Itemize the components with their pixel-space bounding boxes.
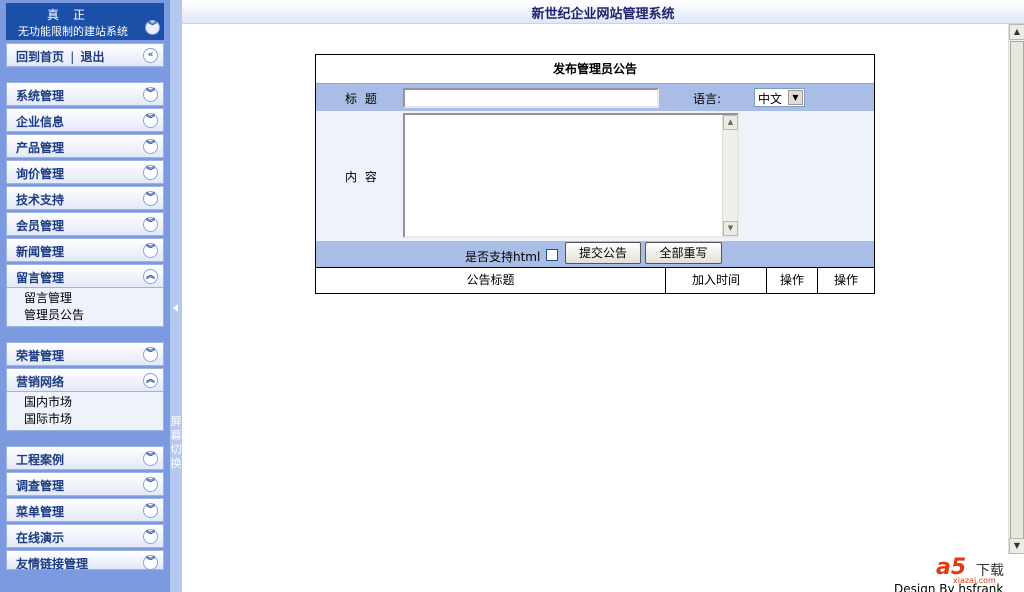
html-support-checkbox[interactable] [546,249,558,261]
double-chevron-down-icon[interactable]: ︾ [143,529,158,544]
title-row: 标 题 语言: 中文 ▼ [316,84,874,111]
logout-link[interactable]: 退出 [80,50,104,64]
sidebar-section-honors[interactable]: 荣誉管理 ︾ [6,342,164,366]
double-chevron-left-icon[interactable]: « [143,48,158,63]
double-chevron-down-icon[interactable]: ︾ [143,451,158,466]
sidebar-section-label: 企业信息 [16,115,65,129]
sidebar-section-survey[interactable]: 调查管理 ︾ [6,472,164,496]
top-title-bar: 新世纪企业网站管理系统 [182,0,1024,24]
language-selected: 中文 [758,92,783,106]
column-header-action: 操作 [767,268,818,293]
sidebar-section-label: 新闻管理 [16,245,65,259]
sidebar-section-members[interactable]: 会员管理 ︾ [6,212,164,236]
scroll-up-icon[interactable]: ▲ [723,115,738,130]
sidebar-item-domestic[interactable]: 国内市场 [7,394,163,411]
content-label: 内 容 [345,170,379,184]
sidebar-section-label: 产品管理 [16,141,65,155]
sidebar-item-message-manage[interactable]: 留言管理 [7,290,163,307]
double-chevron-down-icon[interactable]: ︾ [143,243,158,258]
screen-toggle-splitter[interactable]: 屏幕切换 [170,0,182,592]
vertical-scrollbar[interactable]: ▲ ▼ [1008,24,1024,554]
sidebar-section-label: 调查管理 [16,479,65,493]
sidebar-section-system[interactable]: 系统管理 ︾ [6,82,164,106]
sidebar-section-messages[interactable]: 留言管理 ︽ [6,264,164,288]
double-chevron-down-icon[interactable]: ︾ [143,113,158,128]
double-chevron-down-icon[interactable]: ︾ [145,20,160,35]
sidebar-section-label: 菜单管理 [16,505,65,519]
sidebar-item-international[interactable]: 国际市场 [7,411,163,428]
sidebar-submenu-messages: 留言管理 管理员公告 [6,288,164,327]
notice-form: 发布管理员公告 标 题 语言: 中文 ▼ 内 容 ▲ ▼ 是否支持html 提交… [315,54,875,294]
column-header-action-2: 操作 [833,273,858,287]
sidebar-section-support[interactable]: 技术支持 ︾ [6,186,164,210]
sidebar-section-demo[interactable]: 在线演示 ︾ [6,524,164,548]
sidebar-section-products[interactable]: 产品管理 ︾ [6,134,164,158]
double-chevron-down-icon[interactable]: ︾ [143,477,158,492]
sidebar-section-label: 会员管理 [16,219,65,233]
dropdown-arrow-icon[interactable]: ▼ [788,90,803,105]
submit-notice-button[interactable]: 提交公告 [565,242,641,264]
sidebar-section-label: 系统管理 [16,89,65,103]
html-support-label: 是否支持html [465,250,541,264]
sidebar-section-label: 工程案例 [16,453,65,467]
sidebar-section-label: 营销网络 [16,375,65,389]
double-chevron-up-icon[interactable]: ︽ [143,269,158,284]
sidebar-section-label: 在线演示 [16,531,65,545]
column-header-time: 加入时间 [666,268,767,293]
scroll-down-icon[interactable]: ▼ [723,221,738,236]
page-title: 新世纪企业网站管理系统 [531,7,675,22]
sidebar-item-admin-notice[interactable]: 管理员公告 [7,307,163,324]
sidebar-section-company[interactable]: 企业信息 ︾ [6,108,164,132]
sidebar-section-label: 技术支持 [16,193,65,207]
title-input[interactable] [403,88,659,108]
home-logout-bar: 回到首页 | 退出 « [6,43,164,67]
sidebar-section-label: 留言管理 [16,271,65,285]
double-chevron-down-icon[interactable]: ︾ [143,217,158,232]
sidebar-section-cases[interactable]: 工程案例 ︾ [6,446,164,470]
actions-row: 是否支持html 提交公告 全部重写 [316,241,874,267]
sidebar-section-label: 询价管理 [16,167,65,181]
scroll-down-icon[interactable]: ▼ [1009,538,1024,554]
language-select[interactable]: 中文 ▼ [754,88,805,107]
form-heading: 发布管理员公告 [316,55,874,84]
content-row: 内 容 ▲ ▼ [316,111,874,241]
sidebar: 真正 无功能限制的建站系统 ︾ 回到首页 | 退出 « 系统管理 ︾ 企业信息 … [0,0,170,592]
double-chevron-down-icon[interactable]: ︾ [143,87,158,102]
sidebar-section-menu[interactable]: 菜单管理 ︾ [6,498,164,522]
sidebar-section-news[interactable]: 新闻管理 ︾ [6,238,164,262]
home-link[interactable]: 回到首页 [16,50,64,64]
scroll-up-icon[interactable]: ▲ [1009,24,1024,40]
title-label: 标 题 [345,92,379,106]
separator: | [70,50,75,64]
brand-line-1: 真正 [46,8,99,22]
footer-credit: Design By hsfrank [894,582,1004,592]
sidebar-section-label: 荣誉管理 [16,349,65,363]
language-label: 语言: [693,92,722,106]
brand-banner: 真正 无功能限制的建站系统 ︾ [6,3,164,40]
double-chevron-down-icon[interactable]: ︾ [143,139,158,154]
sidebar-section-inquiry[interactable]: 询价管理 ︾ [6,160,164,184]
brand-line-2: 无功能限制的建站系统 [18,25,128,38]
notice-table-header: 公告标题 加入时间 操作 操作 [316,267,874,293]
textarea-scrollbar[interactable]: ▲ ▼ [722,115,738,236]
double-chevron-down-icon[interactable]: ︾ [143,191,158,206]
double-chevron-down-icon[interactable]: ︾ [143,347,158,362]
collapse-arrow-icon[interactable] [173,304,178,312]
screen-toggle-label: 屏幕切换 [170,415,182,470]
reset-button[interactable]: 全部重写 [645,242,722,264]
sidebar-section-marketing[interactable]: 营销网络 ︽ [6,368,164,392]
double-chevron-up-icon[interactable]: ︽ [143,373,158,388]
scroll-thumb[interactable] [1010,41,1024,551]
sidebar-section-label: 友情链接管理 [16,557,89,571]
double-chevron-down-icon[interactable]: ︾ [143,165,158,180]
column-header-title: 公告标题 [316,268,666,293]
sidebar-section-links[interactable]: 友情链接管理 ︾ [6,550,164,571]
sidebar-submenu-marketing: 国内市场 国际市场 [6,392,164,431]
content-textarea[interactable]: ▲ ▼ [403,113,739,238]
double-chevron-down-icon[interactable]: ︾ [143,555,158,570]
double-chevron-down-icon[interactable]: ︾ [143,503,158,518]
